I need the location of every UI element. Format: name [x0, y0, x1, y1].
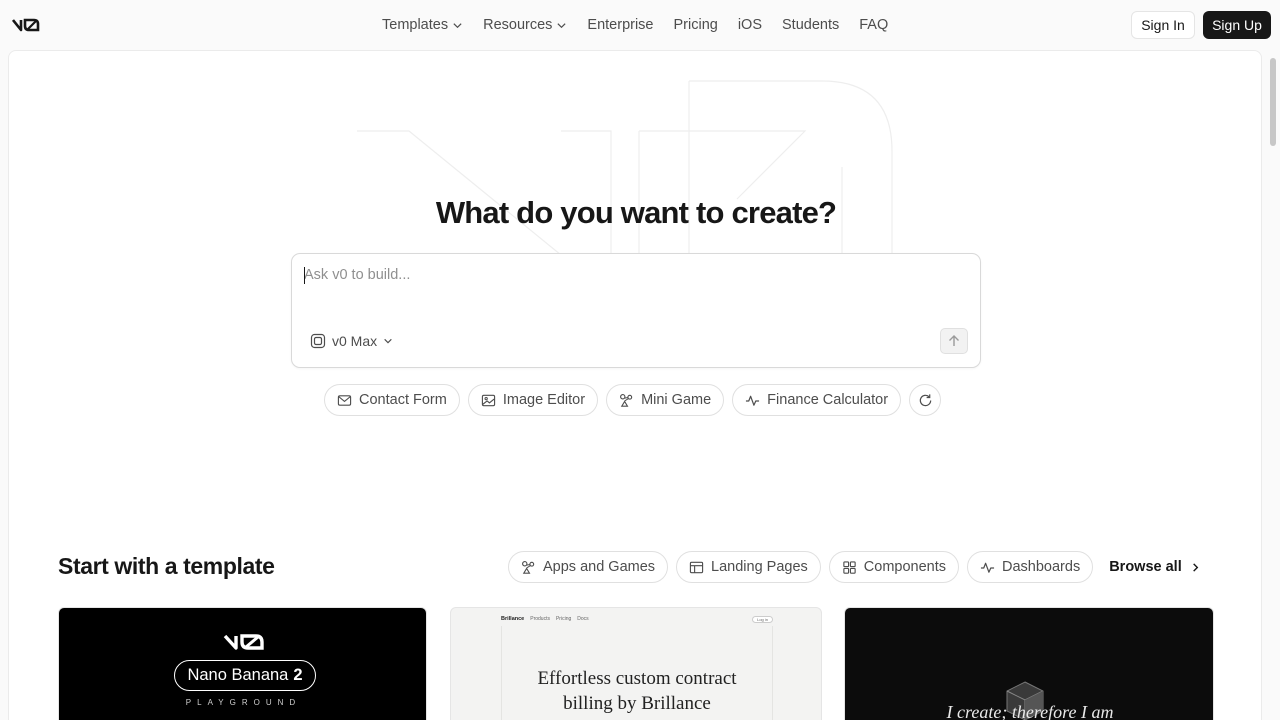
card-preview-nav: Brillance Products Pricing Docs Log in — [501, 612, 773, 626]
sign-up-button[interactable]: Sign Up — [1203, 11, 1271, 39]
card-headline-line: Effortless custom contract — [537, 668, 737, 689]
main-panel: What do you want to create? v0 Max Conta… — [8, 50, 1262, 720]
model-icon — [310, 333, 326, 349]
v0-logo-icon — [223, 634, 264, 650]
templates-section-title: Start with a template — [58, 553, 275, 579]
category-landing-pages[interactable]: Landing Pages — [676, 551, 821, 583]
layout-icon — [689, 561, 704, 573]
v0-logo-icon[interactable] — [12, 17, 40, 33]
prompt-input[interactable] — [304, 264, 904, 286]
page-scrollbar[interactable] — [1270, 58, 1276, 146]
prompt-box: v0 Max — [291, 253, 981, 368]
pill-number: 2 — [293, 666, 303, 684]
playground-pill: Nano Banana 2 — [174, 660, 316, 691]
hero-title: What do you want to create? — [435, 195, 837, 230]
chip-label: Image Editor — [502, 392, 586, 408]
chevron-down-icon — [557, 22, 566, 28]
activity-icon — [980, 562, 995, 573]
refresh-icon — [919, 393, 931, 406]
chip-mini-game[interactable]: Mini Game — [606, 384, 725, 416]
category-label: Landing Pages — [711, 559, 808, 575]
model-select-label: v0 Max — [332, 333, 378, 349]
sign-in-button[interactable]: Sign In — [1131, 11, 1195, 39]
chevron-down-icon — [384, 338, 392, 344]
card-headline: Effortless custom contract billing by Br… — [451, 666, 821, 716]
send-button[interactable] — [940, 328, 968, 354]
template-card-brillance[interactable]: Brillance Products Pricing Docs Log in E… — [450, 607, 822, 720]
card-nav-item: Pricing — [555, 616, 572, 622]
arrow-up-icon — [949, 335, 959, 346]
nav-ios[interactable]: iOS — [728, 9, 772, 41]
template-categories: Apps and Games Landing Pages Components … — [508, 551, 1209, 583]
shapes-icon — [522, 560, 535, 574]
category-label: Dashboards — [1002, 559, 1081, 575]
card-headline: I create; therefore I am — [946, 702, 1114, 720]
nav-enterprise[interactable]: Enterprise — [577, 9, 663, 41]
top-nav: Templates Resources Enterprise Pricing i… — [0, 0, 1280, 50]
mail-icon — [337, 394, 352, 406]
category-label: Apps and Games — [543, 559, 656, 575]
shapes-icon — [620, 393, 633, 407]
card-login: Log in — [752, 615, 773, 623]
category-components[interactable]: Components — [828, 551, 960, 583]
chip-label: Finance Calculator — [767, 392, 889, 408]
category-label: Components — [863, 559, 947, 575]
chevron-right-icon — [1192, 562, 1199, 572]
category-dashboards[interactable]: Dashboards — [967, 551, 1094, 583]
nav-students[interactable]: Students — [772, 9, 849, 41]
activity-icon — [746, 395, 760, 406]
template-card-i-create[interactable]: I create; therefore I am — [844, 607, 1214, 720]
browse-all-label: Browse all — [1109, 559, 1182, 575]
chip-image-editor[interactable]: Image Editor — [467, 384, 599, 416]
template-card-nano-banana[interactable]: Nano Banana 2 PLAYGROUND — [58, 607, 427, 720]
nav-links: Templates Resources Enterprise Pricing i… — [372, 0, 898, 50]
nav-pricing[interactable]: Pricing — [664, 9, 728, 41]
nav-resources[interactable]: Resources — [473, 9, 577, 41]
card-nav-item: Docs — [577, 616, 589, 622]
card-nav-item: Products — [530, 616, 550, 622]
model-select[interactable]: v0 Max — [310, 331, 393, 351]
text-caret — [304, 267, 305, 284]
pill-text: Nano Banana — [187, 666, 289, 684]
chip-contact-form[interactable]: Contact Form — [324, 384, 460, 416]
refresh-suggestions-button[interactable] — [909, 384, 942, 416]
chevron-down-icon — [453, 22, 462, 28]
nav-templates[interactable]: Templates — [372, 9, 473, 41]
chip-finance-calculator[interactable]: Finance Calculator — [732, 384, 902, 416]
card-subtitle: PLAYGROUND — [185, 698, 302, 707]
suggestion-chips: Contact Form Image Editor Mini Game Fina… — [324, 384, 942, 416]
category-apps-and-games[interactable]: Apps and Games — [508, 551, 669, 583]
image-icon — [481, 394, 495, 406]
browse-all-link[interactable]: Browse all — [1101, 551, 1209, 583]
card-brand: Brillance — [501, 616, 525, 622]
grid-icon — [843, 560, 856, 574]
chip-label: Contact Form — [359, 392, 447, 408]
nav-faq[interactable]: FAQ — [849, 9, 898, 41]
card-headline-line: billing by Brillance — [563, 693, 711, 714]
nav-resources-label: Resources — [483, 17, 553, 33]
chip-label: Mini Game — [641, 392, 712, 408]
nav-templates-label: Templates — [382, 17, 449, 33]
